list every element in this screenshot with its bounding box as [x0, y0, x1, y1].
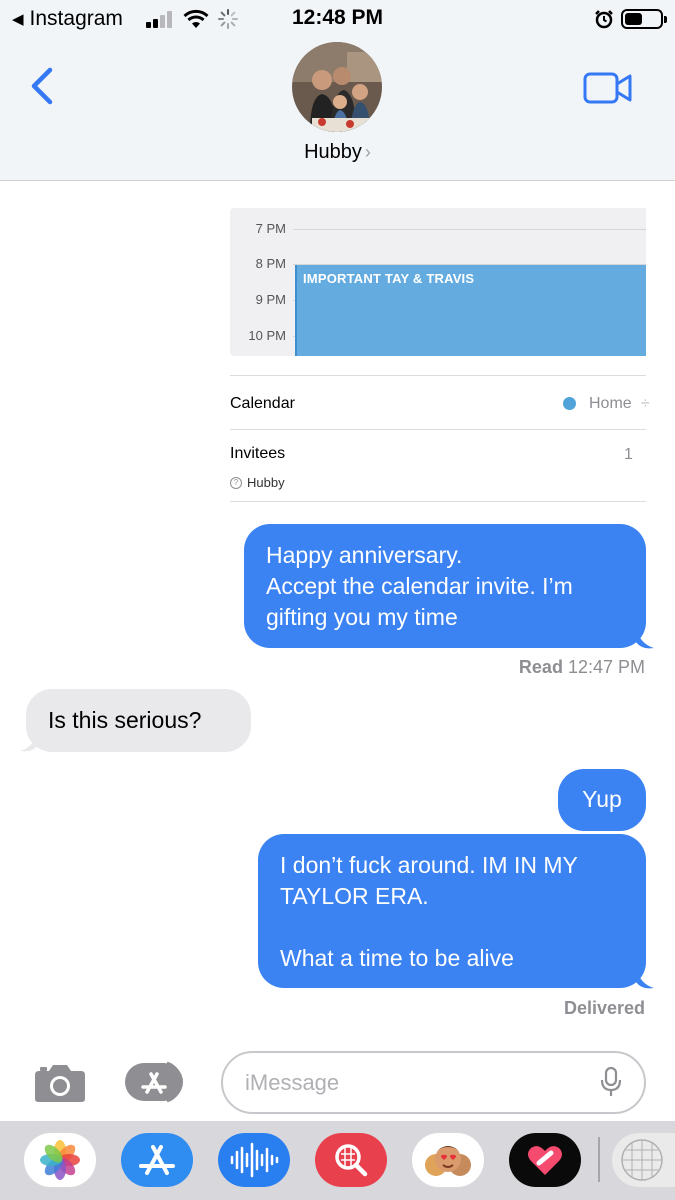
status-time: 12:48 PM	[291, 6, 384, 29]
invitees-count: 1	[624, 446, 633, 463]
bubble-tail	[636, 968, 654, 989]
back-chevron-icon[interactable]	[28, 66, 58, 106]
delivered-status: Delivered	[563, 998, 645, 1018]
outgoing-message-bubble[interactable]: Happy anniversary. Accept the calendar i…	[244, 524, 646, 648]
contact-name-label: Hubby	[304, 141, 362, 163]
hour-label: 9 PM	[255, 292, 286, 307]
invitee-name: Hubby	[247, 475, 285, 490]
message-line: Accept the calendar invite. I’m	[266, 573, 573, 599]
app-store-icon[interactable]	[121, 1133, 193, 1187]
calendar-event-block[interactable]: IMPORTANT TAY & TRAVIS	[295, 265, 646, 356]
family-photo-image	[292, 42, 382, 132]
status-bar: ◀ Instagram 12:48 PM	[0, 0, 675, 38]
chevron-right-icon: ›	[364, 142, 371, 162]
message-line: gifting you my time	[266, 604, 458, 630]
app-drawer	[0, 1121, 675, 1200]
read-time: 12:47 PM	[567, 657, 645, 677]
photos-icon[interactable]	[24, 1133, 96, 1187]
image-search-icon[interactable]	[315, 1133, 387, 1187]
memoji-icon[interactable]	[412, 1133, 484, 1187]
bubble-tail	[636, 628, 654, 649]
battery-icon	[621, 9, 667, 29]
divider	[230, 429, 646, 430]
video-camera-icon[interactable]	[582, 70, 634, 106]
message-line: What a time to be alive	[280, 945, 514, 971]
calendar-row-label: Calendar	[230, 395, 295, 412]
divider	[230, 375, 646, 376]
hour-label: 10 PM	[248, 328, 286, 343]
microphone-icon[interactable]	[599, 1066, 623, 1098]
camera-icon[interactable]	[33, 1061, 87, 1103]
event-title: IMPORTANT TAY & TRAVIS	[303, 271, 475, 286]
message-input[interactable]	[221, 1051, 646, 1114]
more-apps-icon[interactable]	[612, 1133, 675, 1187]
outgoing-message-bubble[interactable]: Yup	[558, 769, 646, 831]
digital-touch-icon[interactable]	[509, 1133, 581, 1187]
contact-avatar[interactable]	[292, 42, 382, 132]
message-line	[280, 912, 624, 943]
conversation-header: ◀ Instagram 12:48 PM Hubby ›	[0, 0, 675, 181]
message-line: Yup	[582, 786, 622, 812]
invitee-entry[interactable]: ? Hubby	[230, 475, 285, 490]
message-line: Is this serious?	[48, 707, 202, 733]
calendar-value[interactable]: Home	[589, 395, 632, 413]
outgoing-message-bubble[interactable]: I don’t fuck around. IM IN MY TAYLOR ERA…	[258, 834, 646, 988]
message-line: Happy anniversary.	[266, 542, 463, 568]
calendar-color-dot	[563, 397, 576, 410]
divider	[598, 1137, 600, 1182]
bubble-tail	[20, 731, 38, 752]
contact-name-button[interactable]: Hubby ›	[0, 141, 675, 164]
calendar-value-overflow: ÷	[641, 395, 650, 412]
app-store-icon[interactable]	[123, 1061, 193, 1103]
audio-message-icon[interactable]	[218, 1133, 290, 1187]
hour-label: 8 PM	[255, 256, 286, 271]
hour-label: 7 PM	[255, 221, 286, 236]
incoming-message-bubble[interactable]: Is this serious?	[26, 689, 251, 752]
invitees-row-label: Invitees	[230, 445, 286, 462]
message-line: TAYLOR ERA.	[280, 883, 429, 909]
divider	[230, 501, 646, 502]
read-label: Read	[518, 657, 563, 677]
calendar-day-preview[interactable]: 7 PM 8 PM 9 PM 10 PM IMPORTANT TAY & TRA…	[230, 208, 646, 356]
message-line: I don’t fuck around. IM IN MY	[280, 852, 578, 878]
question-status-icon: ?	[230, 476, 242, 489]
read-receipt: Read 12:47 PM	[519, 657, 645, 678]
alarm-clock-icon	[595, 10, 613, 29]
